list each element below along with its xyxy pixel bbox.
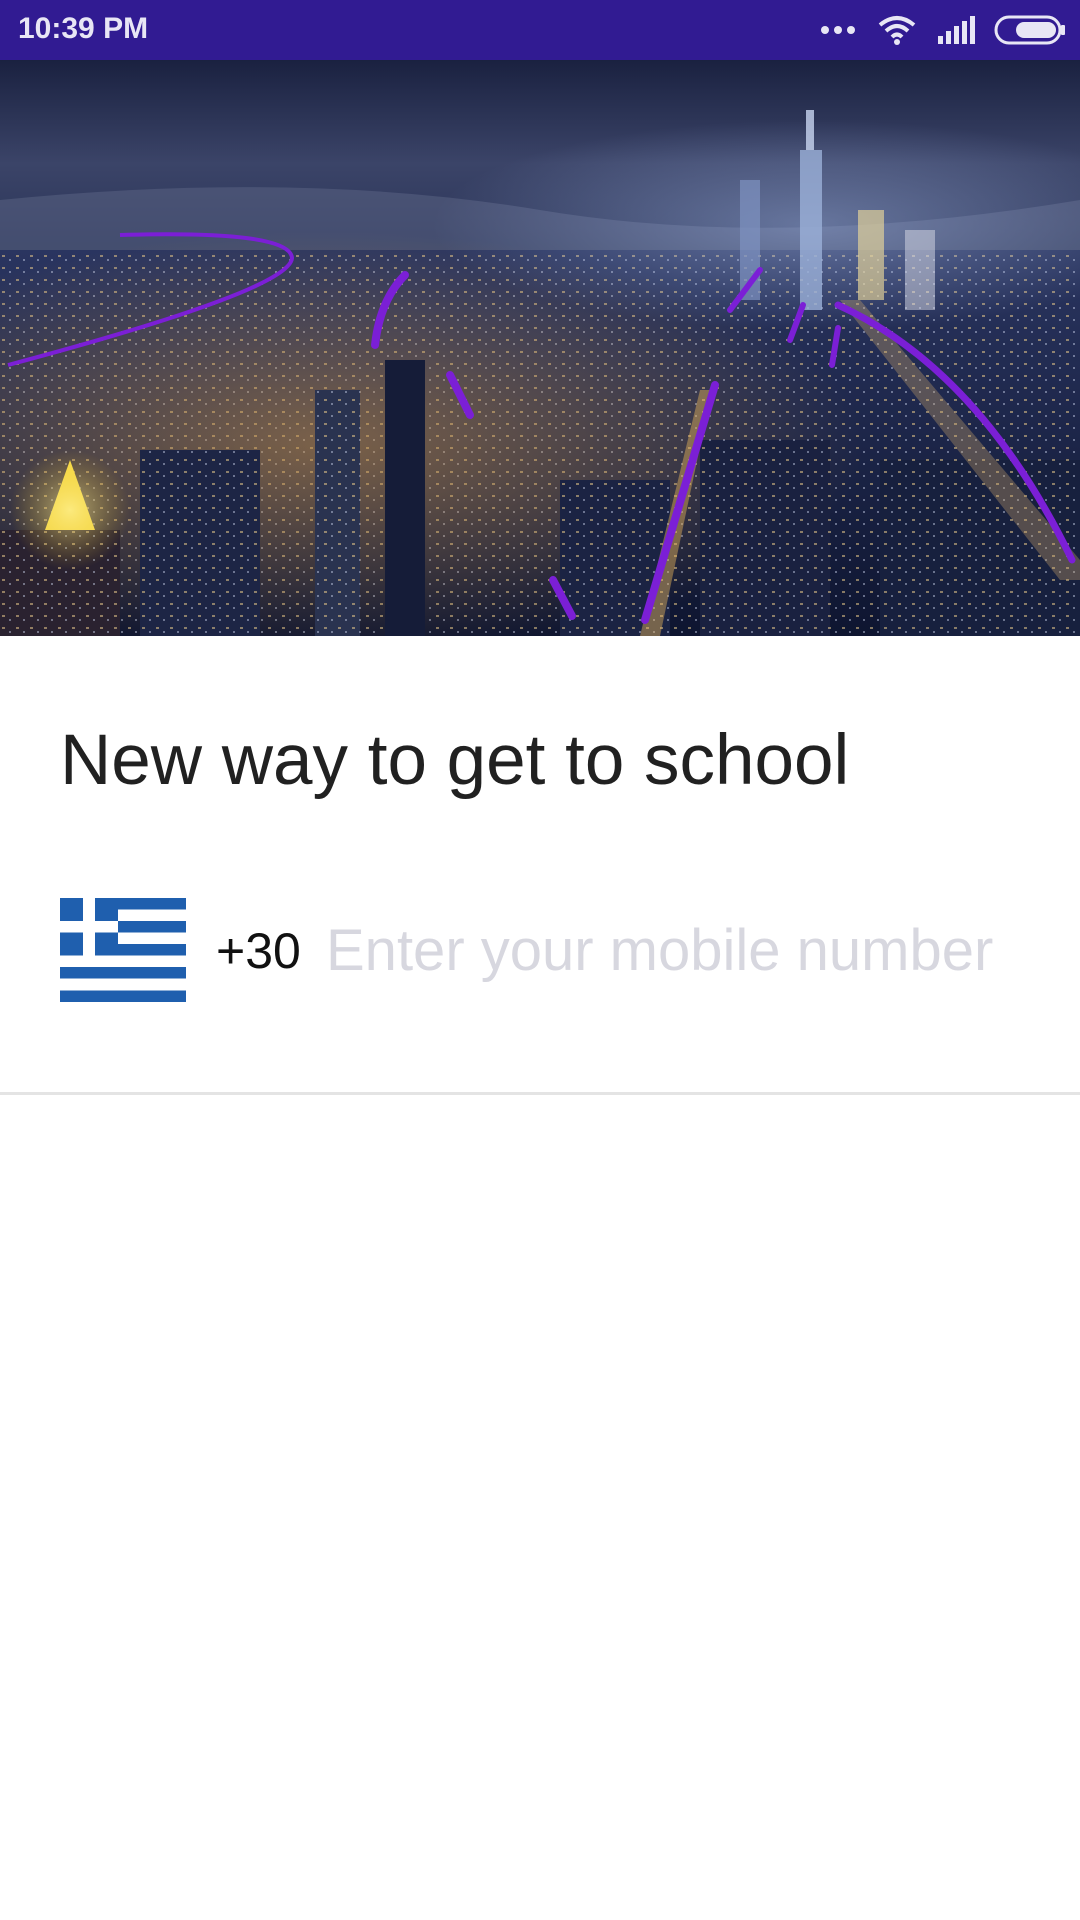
battery-icon [994, 15, 1066, 45]
mobile-number-input[interactable] [326, 910, 1076, 990]
signal-icon [938, 16, 976, 44]
page-title: New way to get to school [60, 721, 850, 800]
dial-code[interactable]: +30 [216, 922, 301, 980]
status-time: 10:39 PM [18, 12, 149, 45]
hero-city-image [0, 60, 1080, 636]
wifi-icon [878, 15, 916, 45]
greece-flag-icon[interactable] [60, 898, 186, 1002]
more-dots-icon [820, 24, 856, 36]
status-bar: 10:39 PM [0, 0, 1080, 60]
status-icons [820, 12, 1066, 48]
divider [0, 1092, 1080, 1095]
phone-entry-row: +30 [60, 898, 1076, 1002]
